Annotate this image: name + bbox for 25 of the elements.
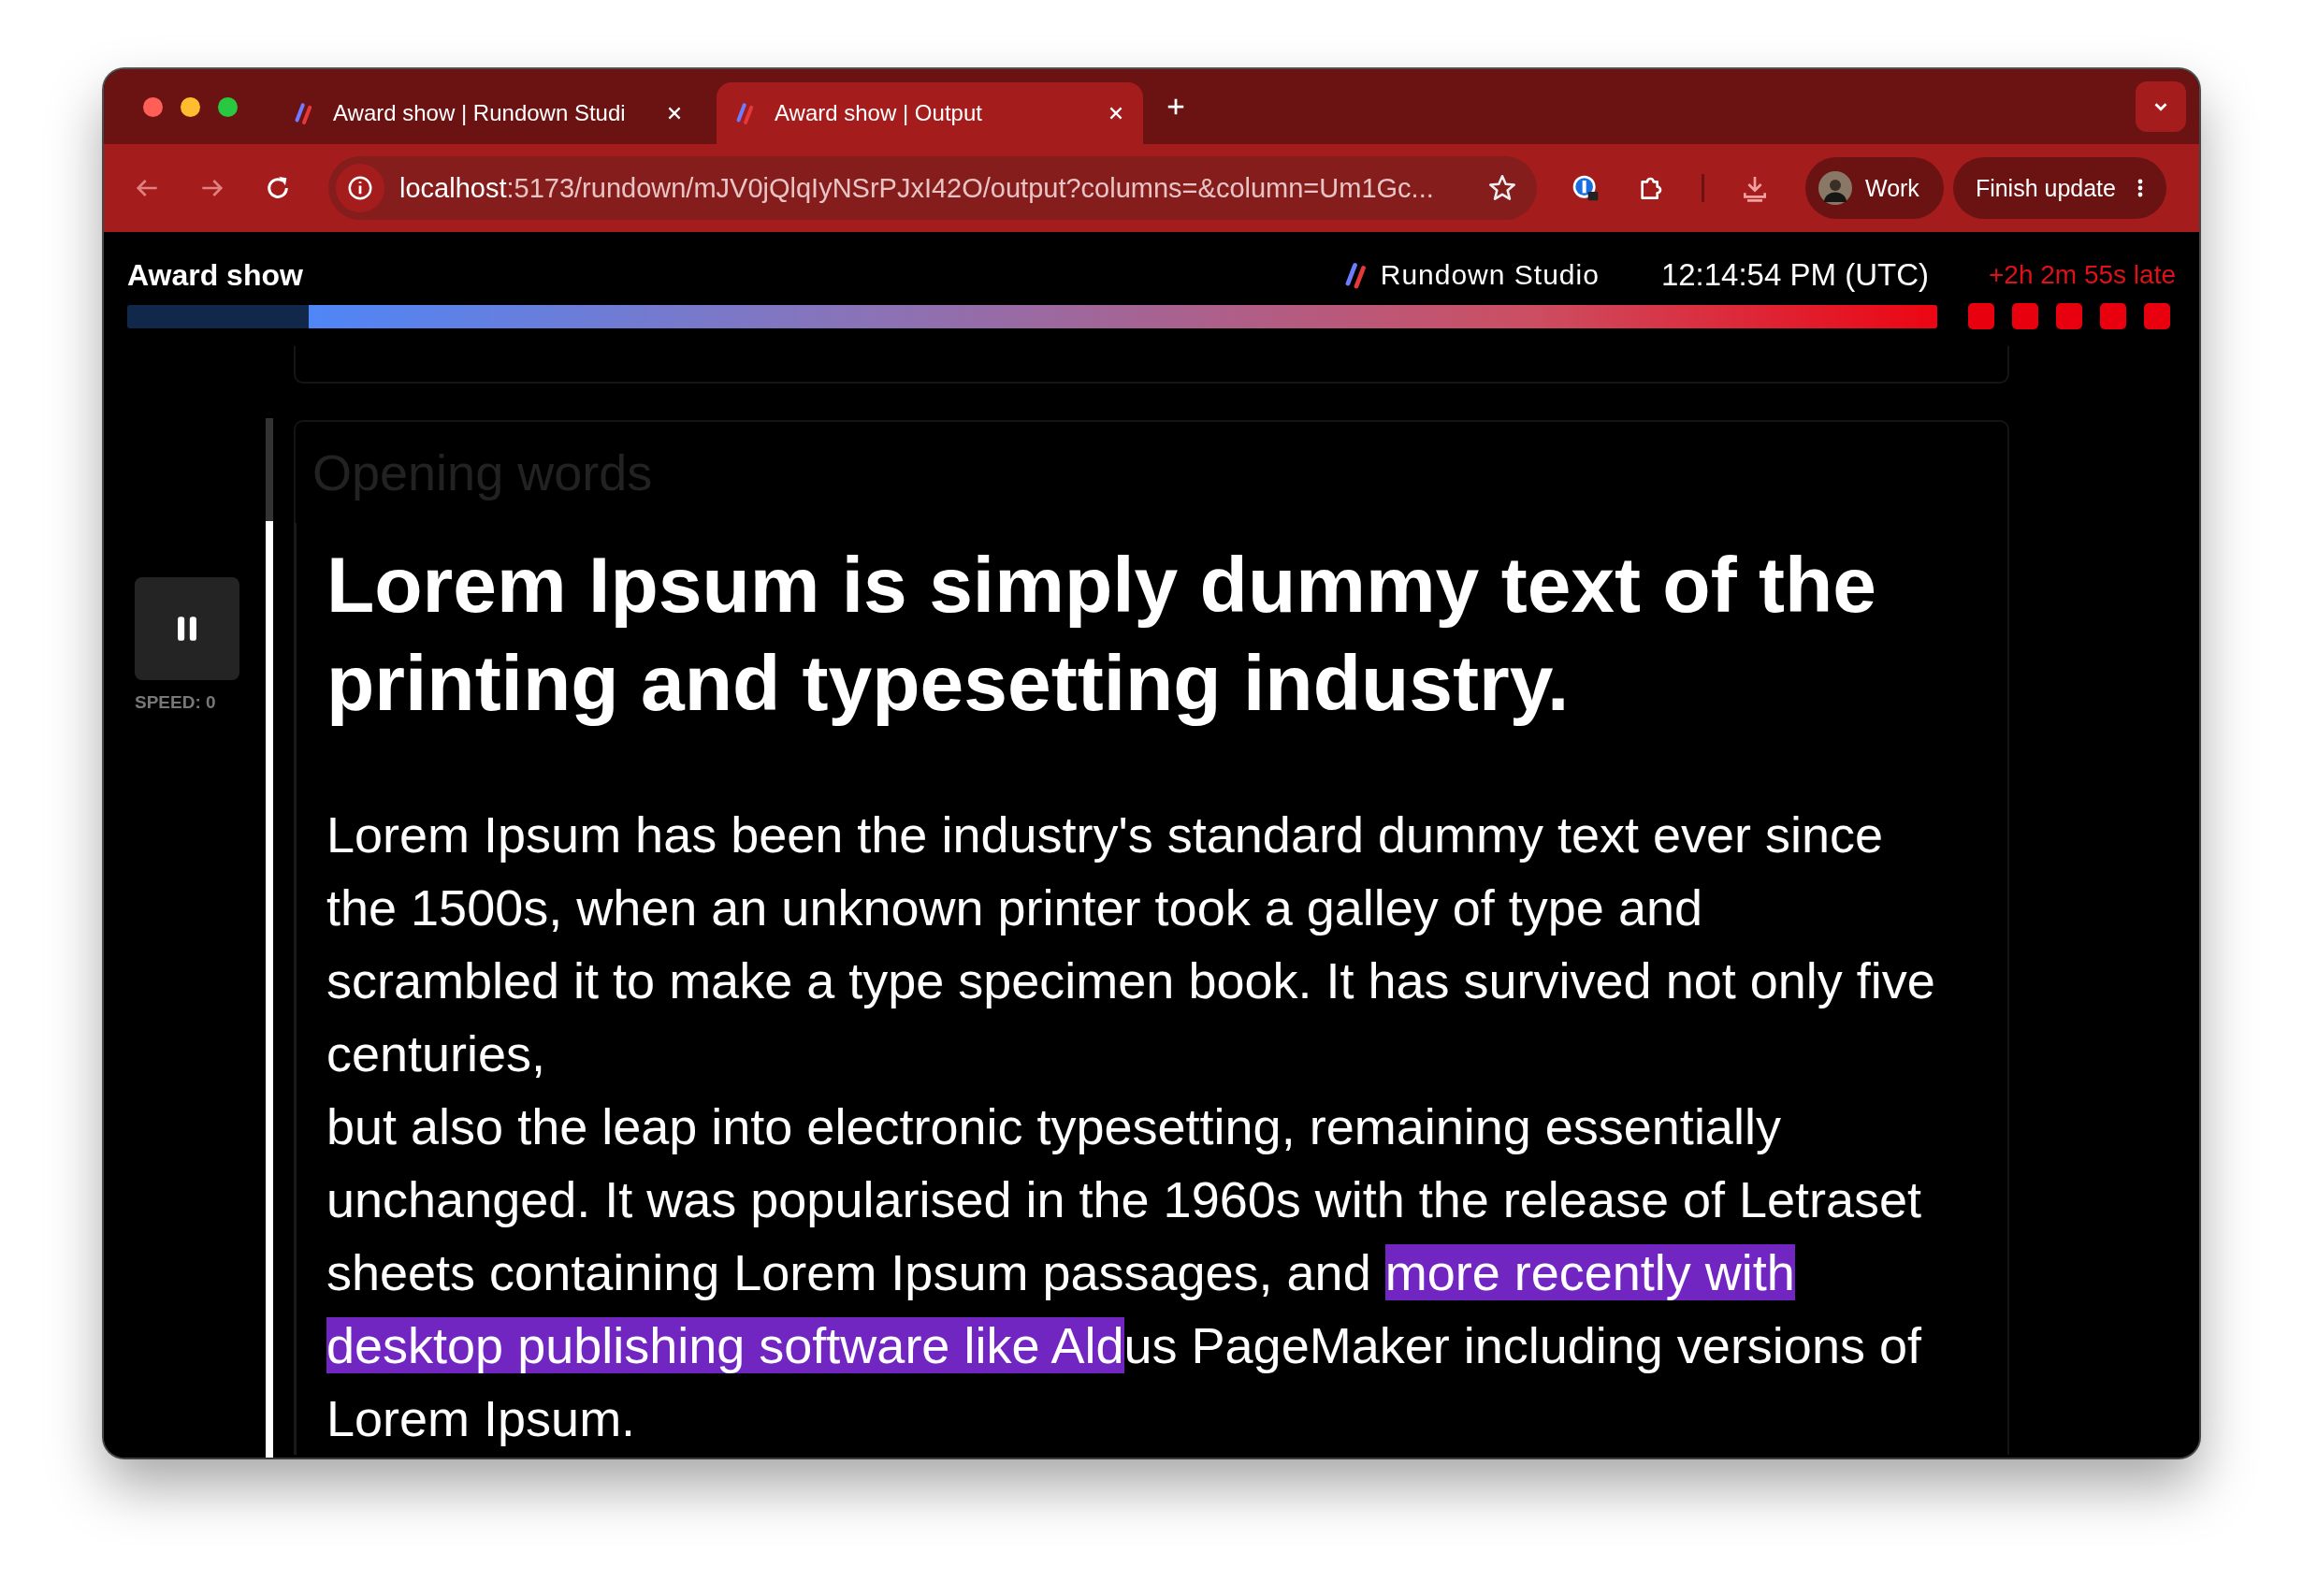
brand-name: Rundown Studio (1380, 259, 1600, 291)
pause-button[interactable] (135, 577, 239, 680)
profile-button[interactable]: Work (1805, 157, 1944, 219)
url-text: localhost:5173/rundown/mJV0jQlqIyNSrPJxI42O/output?columns=&column=Um1Gc... (399, 172, 1435, 204)
cue-headline: Lorem Ipsum is simply dummy text of the printing and typesetting industry. (326, 540, 1877, 729)
script-paragraph: but also the leap into electronic typesetting, remaining essentially unchanged. It was popularised in the 1960s with the release of Letraset sheets containing Lorem Ipsum passages, and more recently with desktop publishing software like Aldus PageMaker including versions of Lorem Ipsum. (326, 1097, 1923, 1448)
minimize-window-button[interactable] (181, 96, 200, 117)
site-info-icon[interactable] (336, 164, 384, 212)
password-lock-icon[interactable] (1571, 173, 1601, 203)
close-window-button[interactable] (143, 96, 163, 117)
show-title: Award show (127, 257, 303, 293)
close-icon[interactable] (666, 105, 683, 122)
maximize-window-button[interactable] (218, 96, 238, 117)
tab-title: Award show | Output (775, 100, 983, 126)
tab-title: Award show | Rundown Studi (333, 100, 627, 126)
speed-label: SPEED: 0 (135, 692, 216, 713)
avatar-icon (1818, 171, 1852, 205)
address-bar[interactable]: localhost:5173/rundown/mJV0jQlqIyNSrPJxI42O/output?columns=&column=Um1Gc... (328, 156, 1537, 220)
finish-update-button[interactable]: Finish update (1952, 157, 2166, 219)
browser-tab[interactable]: Award show | Rundown Studi (275, 82, 702, 144)
browser-tab[interactable]: Award show | Output (717, 82, 1143, 144)
new-tab-icon[interactable] (1166, 96, 1186, 117)
late-status: +2h 2m 55s late (1988, 260, 2176, 290)
clock-time: 12:14:54 PM (UTC) (1660, 257, 1929, 293)
close-icon[interactable] (1108, 105, 1124, 122)
